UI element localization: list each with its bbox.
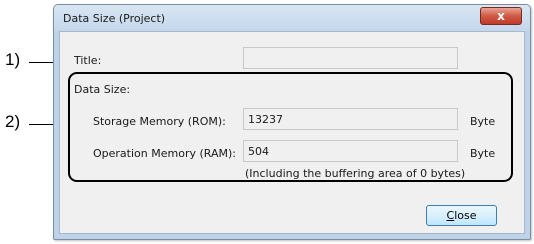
title-field[interactable] [243,47,458,69]
rom-unit: Byte [470,115,496,128]
ram-unit: Byte [470,147,496,160]
dialog-titlebar[interactable]: Data Size (Project) x [54,5,530,31]
callout-1: 1) [5,50,21,69]
close-button[interactable]: Close [426,205,497,226]
close-button-label: lose [454,209,477,222]
ram-buffer-note: (Including the buffering area of 0 bytes… [245,167,466,180]
data-size-label: Data Size: [74,83,131,96]
ram-value-field: 504 [243,140,458,162]
close-icon[interactable]: x [480,7,522,25]
rom-label: Storage Memory (ROM): [93,115,226,128]
rom-value-field: 13237 [243,108,458,130]
dialog-title: Data Size (Project) [63,12,166,25]
callout-2: 2) [5,112,21,131]
ram-label: Operation Memory (RAM): [93,147,236,160]
title-label: Title: [74,54,102,67]
